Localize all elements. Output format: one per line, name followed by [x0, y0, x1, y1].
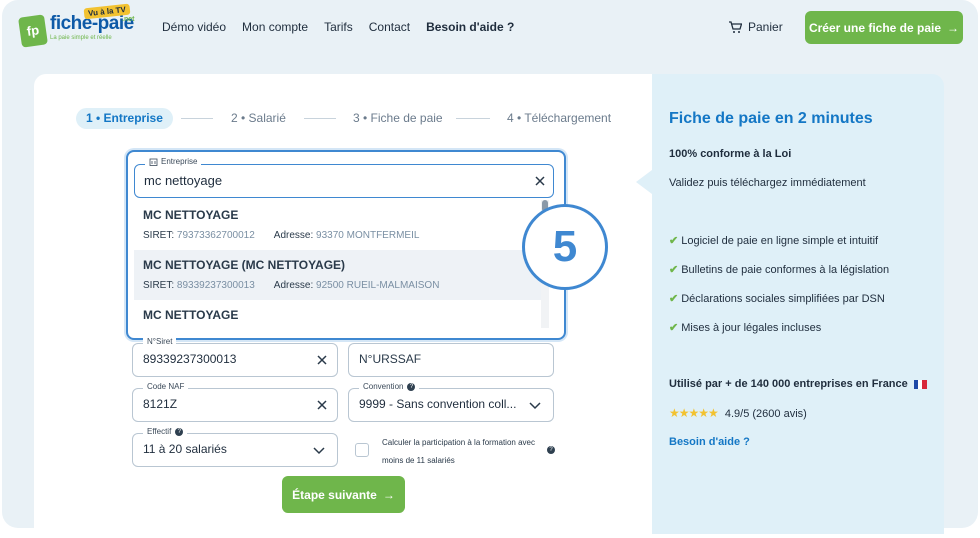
nav-help[interactable]: Besoin d'aide ?	[426, 20, 514, 34]
feature-text: Mises à jour légales incluses	[681, 322, 822, 334]
check-icon: ✔	[669, 235, 679, 247]
cart-icon	[729, 20, 742, 33]
formation-checkbox-label: Calculer la participation à la formation…	[382, 438, 535, 465]
check-icon: ✔	[669, 322, 679, 334]
suggestion-name: MC NETTOYAGE	[143, 308, 239, 322]
step-telechargement[interactable]: 4 • Téléchargement	[507, 108, 611, 129]
next-step-label: Étape suivante	[292, 487, 377, 502]
help-link[interactable]: Besoin d'aide ?	[669, 436, 750, 448]
address-value: 93370 MONTFERMEIL	[316, 230, 420, 241]
convention-label-text: Convention	[363, 382, 404, 391]
logo[interactable]: fp fiche-paie Vu à la TV .net La paie si…	[18, 3, 140, 48]
siret-value: 79373362700012	[176, 230, 255, 241]
address-label: Adresse:	[273, 230, 314, 241]
urssaf-field[interactable]: N°URSSAF	[348, 343, 554, 377]
building-icon	[149, 158, 158, 166]
check-icon: ✔	[669, 264, 679, 276]
siret-field-value: 89339237300013	[143, 352, 237, 366]
feature-item: ✔ Mises à jour légales incluses	[669, 321, 821, 334]
formation-checkbox[interactable]	[355, 443, 369, 457]
step-divider	[456, 118, 490, 119]
siret-field-label: N°Siret	[143, 337, 177, 346]
urssaf-placeholder: N°URSSAF	[359, 352, 422, 366]
entreprise-input[interactable]: Entreprise mc nettoyage	[134, 157, 554, 198]
step-divider	[181, 118, 213, 119]
entreprise-autocomplete: Entreprise mc nettoyage MC NETTOYAGE SIR…	[126, 150, 566, 340]
suggestion-meta: SIRET: 89339237300013 Adresse: 92500 RUE…	[143, 280, 533, 291]
feature-item: ✔ Déclarations sociales simplifiées par D…	[669, 292, 885, 305]
chevron-down-icon	[313, 447, 325, 455]
next-step-button[interactable]: Étape suivante →	[282, 476, 405, 513]
step-fiche[interactable]: 3 • Fiche de paie	[353, 108, 443, 129]
cart-label: Panier	[748, 20, 783, 34]
clear-icon[interactable]	[533, 174, 547, 188]
suggestion-item[interactable]: MC NETTOYAGE	[134, 300, 542, 328]
suggestion-name: MC NETTOYAGE (MC NETTOYAGE)	[143, 258, 346, 272]
effectif-select[interactable]: Effectif? 11 à 20 salariés	[132, 427, 338, 467]
naf-field[interactable]: Code NAF 8121Z	[132, 382, 338, 422]
logo-net: .net	[122, 16, 135, 23]
sidebar-subtitle-2: Validez puis téléchargez immédiatement	[669, 177, 866, 189]
check-icon: ✔	[669, 293, 679, 305]
effectif-label-text: Effectif	[147, 427, 172, 436]
suggestion-meta: SIRET: 79373362700012 Adresse: 93370 MON…	[143, 230, 533, 241]
france-flag-icon	[913, 379, 927, 389]
effectif-label: Effectif?	[143, 427, 188, 436]
nav-demo[interactable]: Démo vidéo	[162, 20, 226, 34]
address-value: 92500 RUEIL-MALMAISON	[316, 280, 440, 291]
info-icon[interactable]: ?	[547, 446, 555, 454]
feature-item: ✔ Bulletins de paie conformes à la législ…	[669, 263, 889, 276]
step-salarie[interactable]: 2 • Salarié	[231, 108, 286, 129]
arrow-right-icon: →	[947, 20, 960, 35]
step-number-badge: 5	[522, 204, 608, 290]
step-entreprise[interactable]: 1 • Entreprise	[76, 108, 173, 129]
suggestion-list: MC NETTOYAGE SIRET: 79373362700012 Adres…	[134, 200, 546, 328]
convention-select[interactable]: Convention? 9999 - Sans convention coll.…	[348, 382, 554, 422]
suggestion-item[interactable]: MC NETTOYAGE (MC NETTOYAGE) SIRET: 89339…	[134, 250, 542, 300]
used-by: Utilisé par + de 140 000 entreprises en …	[669, 378, 927, 390]
feature-text: Logiciel de paie en ligne simple et intu…	[681, 235, 879, 247]
create-payslip-label: Créer une fiche de paie	[808, 20, 942, 35]
suggestion-name: MC NETTOYAGE	[143, 208, 239, 222]
naf-field-label: Code NAF	[143, 382, 189, 391]
info-icon[interactable]: ?	[175, 427, 184, 436]
suggestion-item[interactable]: MC NETTOYAGE SIRET: 79373362700012 Adres…	[134, 200, 542, 250]
logo-badge: fp	[18, 14, 48, 48]
logo-tagline: La paie simple et réelle	[50, 35, 112, 41]
siret-value: 89339237300013	[176, 280, 255, 291]
nav-contact[interactable]: Contact	[369, 20, 410, 34]
sidebar-title: Fiche de paie en 2 minutes	[669, 110, 873, 127]
nav-account[interactable]: Mon compte	[242, 20, 308, 34]
nav-pricing[interactable]: Tarifs	[324, 20, 353, 34]
siret-label: SIRET:	[143, 280, 175, 291]
chevron-down-icon	[529, 402, 541, 410]
step-divider	[304, 118, 336, 119]
main-nav: Démo vidéo Mon compte Tarifs Contact Bes…	[162, 20, 514, 34]
siret-label: SIRET:	[143, 230, 175, 241]
effectif-value: 11 à 20 salariés	[143, 442, 227, 456]
info-icon[interactable]: ?	[407, 382, 416, 391]
create-payslip-button[interactable]: Créer une fiche de paie →	[805, 11, 963, 44]
convention-label: Convention?	[359, 382, 420, 391]
feature-text: Bulletins de paie conformes à la législa…	[681, 264, 890, 276]
clear-icon[interactable]	[315, 353, 329, 367]
address-label: Adresse:	[273, 280, 314, 291]
feature-item: ✔ Logiciel de paie en ligne simple et int…	[669, 234, 878, 247]
clear-icon[interactable]	[315, 398, 329, 412]
entreprise-label-text: Entreprise	[161, 157, 198, 166]
rating: ★★★★★ 4.9/5 (2600 avis)	[669, 406, 807, 420]
used-by-text: Utilisé par + de 140 000 entreprises en …	[669, 378, 908, 390]
cart-link[interactable]: Panier	[728, 20, 783, 34]
arrow-right-icon: →	[382, 487, 395, 502]
sidebar-subtitle: 100% conforme à la Loi	[669, 148, 792, 160]
entreprise-label: Entreprise	[145, 157, 202, 166]
feature-text: Déclarations sociales simplifiées par DS…	[681, 293, 885, 305]
convention-value: 9999 - Sans convention coll...	[359, 397, 517, 411]
sidebar-notch	[636, 170, 652, 194]
entreprise-value: mc nettoyage	[144, 173, 223, 188]
rating-text: 4.9/5 (2600 avis)	[724, 408, 807, 420]
stars-icon: ★★★★★	[669, 406, 719, 420]
siret-field[interactable]: N°Siret 89339237300013	[132, 337, 338, 377]
naf-field-value: 8121Z	[143, 397, 178, 411]
